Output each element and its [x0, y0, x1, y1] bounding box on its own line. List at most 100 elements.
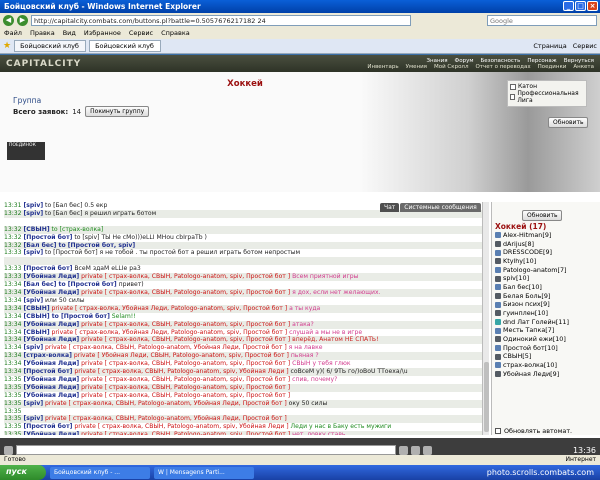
menu-favorites[interactable]: Избранное	[84, 29, 121, 38]
league-update-button[interactable]: Обновить	[548, 117, 589, 128]
player-item[interactable]: Patologo-anatom[7]	[495, 266, 599, 275]
message-author[interactable]: [Убойная Леди]	[24, 431, 80, 435]
taskbar-item-2[interactable]: W | Mensagens Parti...	[154, 466, 254, 479]
player-name[interactable]: Patologo-anatom[7]	[503, 266, 567, 275]
message-author[interactable]: [spiv]	[24, 202, 44, 209]
player-name[interactable]: Месть Тапка[7]	[503, 326, 554, 335]
player-name[interactable]: spiv[10]	[503, 274, 529, 283]
nav-profile[interactable]: Анкета	[573, 64, 594, 70]
player-item[interactable]: Бизон псих[9]	[495, 300, 599, 309]
message-author[interactable]: [Простой бот]	[24, 234, 73, 241]
player-name[interactable]: гуинплен[10]	[503, 309, 548, 318]
player-name[interactable]: DRESSCODE[9]	[503, 248, 552, 257]
leave-group-button[interactable]: Покинуть группу	[85, 106, 150, 117]
league-option-1[interactable]: Катон	[510, 83, 584, 90]
message-author[interactable]: [Бал бес] to [Простой бот]	[24, 281, 117, 288]
message-author[interactable]: [Простой бот]	[24, 423, 73, 430]
close-button[interactable]: ×	[587, 1, 598, 11]
nav-inventory[interactable]: Инвентарь	[367, 64, 398, 70]
menu-help[interactable]: Справка	[161, 29, 190, 38]
taskbar-item-1[interactable]: Бойцовский клуб - ...	[50, 466, 150, 479]
message-author[interactable]: [страх-волка]	[24, 352, 72, 359]
player-name[interactable]: dArijus[8]	[503, 240, 534, 249]
message-author[interactable]: [spiv]	[24, 400, 44, 407]
menu-file[interactable]: Файл	[4, 29, 22, 38]
message-author[interactable]: [СВЫН]	[24, 305, 50, 312]
message-author[interactable]: [spiv]	[24, 415, 44, 422]
player-item[interactable]: Месть Тапка[7]	[495, 326, 599, 335]
chat-scroll-thumb[interactable]	[484, 362, 489, 432]
league-option-2[interactable]: Профессиональная Лига	[510, 90, 584, 104]
browser-tab-1[interactable]: Бойцовский клуб	[14, 40, 87, 52]
nav-skills[interactable]: Умения	[406, 64, 427, 70]
player-name[interactable]: Бизон псих[9]	[503, 300, 550, 309]
page-menu[interactable]: Страница	[533, 42, 566, 50]
league-checkbox-2[interactable]	[510, 94, 516, 100]
nav-fights[interactable]: Поединки	[538, 64, 567, 70]
auto-refresh-toggle[interactable]: Обновлять автомат.	[495, 427, 572, 435]
send-icon[interactable]	[399, 445, 408, 455]
menu-tools[interactable]: Сервис	[129, 29, 153, 38]
player-name[interactable]: СВЫН[5]	[503, 352, 531, 361]
favorites-star-icon[interactable]: ★	[3, 41, 11, 51]
player-item[interactable]: Простой бот[10]	[495, 344, 599, 353]
message-author[interactable]: [Убойная Леди]	[24, 392, 80, 399]
player-item[interactable]: страх-волка[10]	[495, 361, 599, 370]
message-author[interactable]: [Убойная Леди]	[24, 321, 80, 328]
start-button[interactable]: пуск	[0, 465, 46, 480]
message-author[interactable]: [Убойная Леди]	[24, 273, 80, 280]
message-author[interactable]: [Простой бот]	[24, 265, 73, 272]
message-author[interactable]: [Убойная Леди]	[24, 360, 80, 367]
player-item[interactable]: dArijus[8]	[495, 240, 599, 249]
nav-transfers[interactable]: Отчет о переводах	[475, 64, 530, 70]
settings-icon[interactable]	[4, 445, 13, 455]
league-checkbox-1[interactable]	[510, 83, 516, 90]
message-author[interactable]: [Убойная Леди]	[24, 336, 80, 343]
message-author[interactable]: [spiv]	[24, 210, 44, 217]
message-author[interactable]: [СВЫН]	[24, 329, 50, 336]
player-item[interactable]: dnd Лат Голейн[11]	[495, 318, 599, 327]
message-author[interactable]: [Убойная Леди]	[24, 289, 80, 296]
player-name[interactable]: Убойная Леди[9]	[503, 370, 559, 379]
message-author[interactable]: [spiv]	[24, 297, 44, 304]
tools-menu[interactable]: Сервис	[573, 42, 597, 50]
player-name[interactable]: страх-волка[10]	[503, 361, 557, 370]
menu-edit[interactable]: Правка	[30, 29, 55, 38]
player-item[interactable]: Одинокий ежи[10]	[495, 335, 599, 344]
player-name[interactable]: Ktylhy[10]	[503, 257, 536, 266]
chat-scrollbar[interactable]	[482, 202, 489, 435]
refresh-button[interactable]: Обновить	[522, 210, 563, 221]
message-author[interactable]: [spiv]	[24, 249, 44, 256]
message-author[interactable]: [Убойная Леди]	[24, 384, 80, 391]
player-item[interactable]: spiv[10]	[495, 274, 599, 283]
nav-scroll[interactable]: Мой Скролл	[434, 64, 468, 70]
back-icon[interactable]: ◀	[3, 15, 14, 26]
forward-icon[interactable]: ▶	[17, 15, 28, 26]
maximize-button[interactable]: □	[575, 1, 586, 11]
browser-tab-2[interactable]: Бойцовский клуб	[89, 40, 162, 52]
player-item[interactable]: Бал бес[10]	[495, 283, 599, 292]
search-input[interactable]: Google	[487, 15, 597, 26]
message-author[interactable]: [Убойная Леди]	[24, 376, 80, 383]
player-item[interactable]: гуинплен[10]	[495, 309, 599, 318]
message-author[interactable]: [Бал бес] to [Простой бот, spiv]	[24, 242, 136, 249]
player-name[interactable]: Простой бот[10]	[503, 344, 558, 353]
message-author[interactable]: [СВЫН] to [Простой бот]	[24, 313, 110, 320]
tab-system-messages[interactable]: Системные сообщения	[400, 203, 481, 212]
player-name[interactable]: dnd Лат Голейн[11]	[503, 318, 569, 327]
player-item[interactable]: Ktylhy[10]	[495, 257, 599, 266]
url-field[interactable]: http://capitalcity.combats.com/buttons.p…	[31, 15, 411, 26]
player-name[interactable]: Бал бес[10]	[503, 283, 542, 292]
chat-input[interactable]	[16, 445, 396, 455]
message-author[interactable]: [spiv]	[24, 344, 44, 351]
player-name[interactable]: Одинокий ежи[10]	[503, 335, 566, 344]
auto-refresh-checkbox[interactable]	[495, 428, 501, 434]
player-item[interactable]: Alex-Hitman[9]	[495, 231, 599, 240]
player-item[interactable]: СВЫН[5]	[495, 352, 599, 361]
tab-chat[interactable]: Чат	[380, 203, 400, 212]
player-item[interactable]: DRESSCODE[9]	[495, 248, 599, 257]
player-name[interactable]: Alex-Hitman[9]	[503, 231, 551, 240]
clear-icon[interactable]	[411, 445, 420, 455]
player-item[interactable]: Убойная Леди[9]	[495, 370, 599, 379]
message-author[interactable]: [Простой бот]	[24, 368, 73, 375]
